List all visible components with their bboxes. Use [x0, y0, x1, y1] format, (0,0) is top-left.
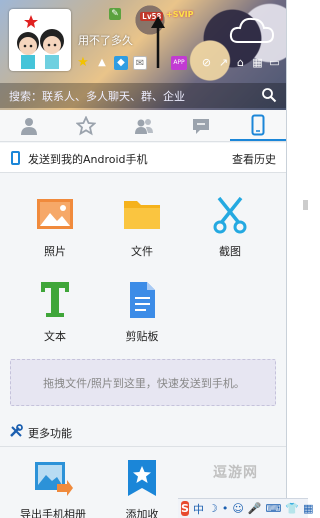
ime-toolbar: S 中 ☽ • ☺ 🎤 ⌨ 👕 ▦ [178, 498, 313, 518]
send-screenshot-button[interactable]: 截图 [195, 195, 265, 259]
qq-zone-icon[interactable]: ▲ [95, 56, 109, 70]
message-box-icon[interactable]: ▭ [268, 56, 281, 69]
add-favorite-label: 添加收 [125, 508, 159, 518]
ime-mode-toggle[interactable]: 中 [193, 501, 204, 517]
file-label: 文件 [131, 245, 153, 258]
search-placeholder: 搜索：联系人、多人聊天、群、企业 [9, 90, 185, 103]
folder-icon [124, 201, 160, 229]
emoji-icon[interactable]: ☺ [232, 502, 243, 515]
photo-icon [37, 199, 73, 229]
add-favorite-icon [128, 460, 156, 496]
export-album-button[interactable]: 导出手机相册 [18, 458, 88, 518]
trend-icon[interactable]: ↗ [217, 56, 230, 69]
wardrobe-icon[interactable]: ⊘ [200, 56, 213, 69]
send-clipboard-button[interactable]: 剪贴板 [107, 280, 177, 344]
edit-signature-icon[interactable]: ✎ [109, 8, 121, 20]
tab-favorites[interactable] [57, 110, 114, 141]
home-icon[interactable]: ⌂ [234, 56, 247, 69]
shirt-skin-icon[interactable]: 👕 [285, 502, 299, 515]
android-phone-icon [11, 151, 20, 165]
avatar[interactable] [9, 9, 71, 71]
header-toolbar: ⊘ ↗ ⌂ ▦ ▭ [200, 56, 281, 69]
phone-icon [251, 114, 265, 135]
send-photo-button[interactable]: 照片 [20, 195, 90, 259]
send-text-button[interactable]: 文本 [20, 280, 90, 344]
clipboard-label: 剪贴板 [125, 330, 159, 343]
tab-phone[interactable] [229, 110, 286, 141]
mail-icon[interactable]: ✉ [133, 56, 147, 70]
more-features-title: 更多功能 [28, 427, 72, 440]
more-features-header: 更多功能 [0, 417, 286, 447]
send-file-button[interactable]: 文件 [107, 195, 177, 259]
desktop-background [288, 0, 308, 518]
moon-punctuation-icon[interactable]: ☽ [208, 502, 218, 515]
svip-badge[interactable]: +SVIP [166, 10, 194, 19]
tab-groups[interactable] [115, 110, 172, 141]
tencent-app-icon[interactable]: ◆ [114, 56, 128, 70]
keyboard-icon[interactable]: ⌨ [265, 502, 281, 515]
status-icon-row: ★ ▲ ◆ ✉ APP [76, 56, 187, 72]
add-favorite-button[interactable]: 添加收 [107, 458, 177, 518]
view-history-link[interactable]: 查看历史 [232, 151, 276, 167]
tab-messages[interactable] [172, 110, 229, 141]
scissors-icon [213, 196, 247, 234]
export-album-icon [35, 462, 73, 496]
watermark: 逗游网 [213, 465, 258, 481]
window-edge-indicator [303, 200, 308, 210]
contact-icon [20, 117, 37, 135]
tab-contacts[interactable] [0, 110, 57, 141]
grid-menu-icon[interactable]: ▦ [303, 502, 313, 515]
group-icon [134, 118, 153, 134]
personal-signature[interactable]: 用不了多久 [78, 32, 133, 48]
microphone-icon[interactable]: 🎤 [248, 502, 262, 515]
screenshot-label: 截图 [219, 245, 241, 258]
text-icon [41, 282, 69, 317]
main-tabs [0, 110, 286, 142]
photo-label: 照片 [44, 245, 66, 258]
profile-header: ✎ Lv58 +SVIP 用不了多久 ★ ▲ ◆ ✉ APP ⊘ ↗ ⌂ ▦ ▭… [0, 0, 286, 110]
qq-level-star-icon[interactable]: ★ [76, 56, 90, 70]
qq-main-panel: ✎ Lv58 +SVIP 用不了多久 ★ ▲ ◆ ✉ APP ⊘ ↗ ⌂ ▦ ▭… [0, 0, 287, 518]
search-input[interactable]: 搜索：联系人、多人聊天、群、企业 [0, 83, 286, 108]
drop-zone-hint: 拖拽文件/照片到这里，快速发送到手机。 [43, 377, 245, 390]
search-icon[interactable] [261, 87, 277, 103]
weather-cloud-icon[interactable] [228, 14, 276, 46]
apps-icon[interactable]: ▦ [251, 56, 264, 69]
export-album-label: 导出手机相册 [20, 508, 86, 518]
tools-icon [10, 424, 23, 437]
app-box-icon[interactable]: APP [171, 56, 187, 70]
clipboard-icon [130, 282, 155, 318]
dot-icon[interactable]: • [222, 502, 229, 515]
sogou-ime-logo[interactable]: S [181, 501, 189, 516]
send-to-phone-title: 发送到我的Android手机 [28, 153, 148, 166]
drag-drop-zone[interactable]: 拖拽文件/照片到这里，快速发送到手机。 [10, 359, 276, 406]
text-label: 文本 [44, 330, 66, 343]
message-icon [192, 118, 209, 134]
star-icon [76, 115, 97, 135]
send-to-phone-header: 发送到我的Android手机 查看历史 [0, 143, 286, 173]
